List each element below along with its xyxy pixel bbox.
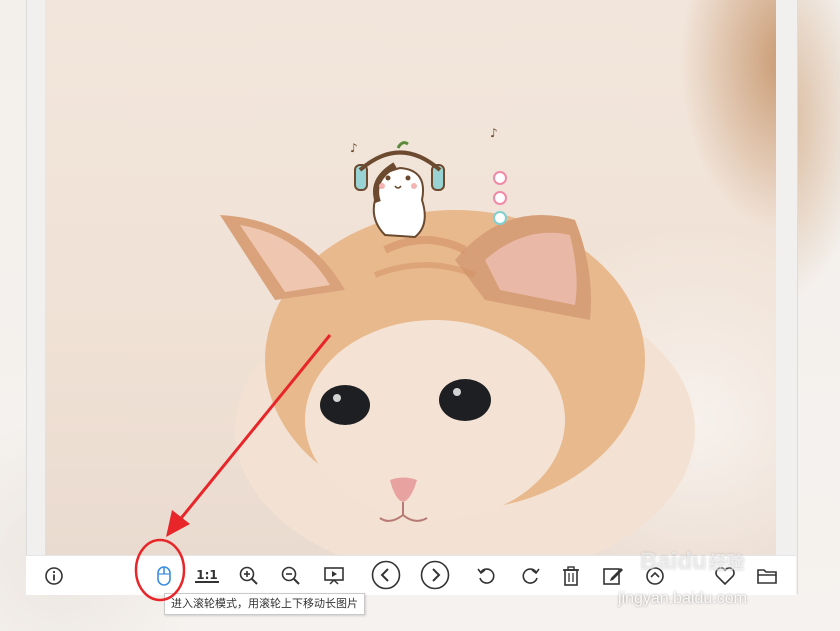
slideshow-icon [324, 567, 344, 585]
rotate-left-icon [477, 568, 495, 584]
svg-text:♪: ♪ [490, 126, 498, 140]
watermark-logo-text: Baidu [640, 548, 707, 575]
rotate-right-icon [522, 568, 540, 584]
zoom-in-icon [239, 566, 258, 585]
rotate-left-button[interactable] [474, 563, 500, 589]
edit-button[interactable] [600, 563, 626, 589]
edit-icon [603, 568, 623, 585]
svg-text:♪: ♪ [350, 141, 358, 155]
info-icon [45, 567, 63, 585]
delete-button[interactable] [558, 563, 584, 589]
chevron-right-icon [420, 560, 450, 590]
info-button[interactable] [41, 563, 67, 589]
watermark-sub-text: 经验 [708, 553, 745, 573]
folder-icon [757, 569, 777, 584]
kitten-photo: ♪ ♪ [45, 0, 776, 555]
scroll-mode-tooltip: 进入滚轮模式，用滚轮上下移动长图片 [164, 593, 365, 615]
zoom-out-icon [281, 566, 300, 585]
watermark-url: jingyan.baidu.com [618, 590, 747, 607]
folder-button[interactable] [754, 563, 780, 589]
slideshow-button[interactable] [321, 563, 347, 589]
trash-icon [563, 566, 579, 586]
previous-button[interactable] [371, 560, 401, 590]
actual-size-button[interactable]: 1:1 [194, 563, 220, 589]
actual-size-label: 1:1 [195, 568, 219, 583]
scroll-mode-button[interactable] [151, 563, 177, 589]
zoom-out-button[interactable] [278, 563, 304, 589]
baidu-watermark-logo: Baidu 经验 [640, 548, 745, 576]
chevron-left-icon [371, 560, 401, 590]
zoom-in-button[interactable] [236, 563, 262, 589]
next-button[interactable] [420, 560, 450, 590]
mouse-icon [157, 566, 171, 586]
rotate-right-button[interactable] [517, 563, 543, 589]
